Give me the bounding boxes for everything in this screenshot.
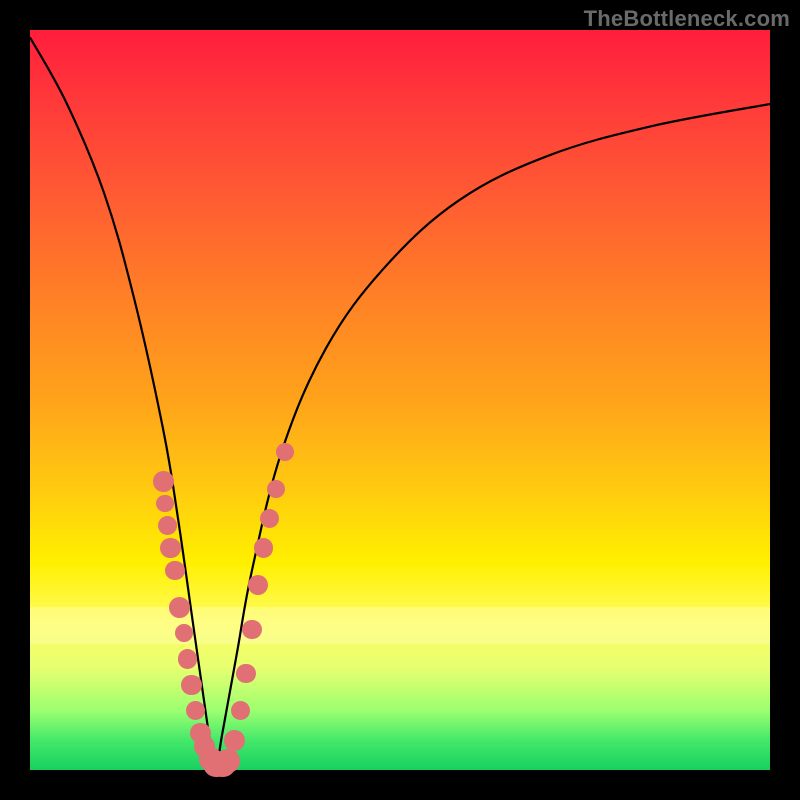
data-point bbox=[216, 749, 240, 773]
data-point bbox=[165, 561, 184, 580]
data-point bbox=[178, 649, 197, 668]
data-point bbox=[224, 730, 245, 751]
data-point bbox=[160, 538, 181, 559]
data-point bbox=[153, 471, 174, 492]
data-point bbox=[276, 443, 294, 461]
curve-svg bbox=[30, 30, 770, 770]
data-point bbox=[231, 701, 250, 720]
data-point bbox=[169, 597, 190, 618]
data-point bbox=[156, 495, 174, 513]
data-point bbox=[267, 480, 285, 498]
bottleneck-curve bbox=[30, 37, 770, 770]
data-point bbox=[181, 675, 202, 696]
data-point bbox=[236, 664, 255, 683]
data-point bbox=[175, 624, 193, 642]
plot-area bbox=[30, 30, 770, 770]
watermark-text: TheBottleneck.com bbox=[584, 6, 790, 32]
chart-canvas: TheBottleneck.com bbox=[0, 0, 800, 800]
data-point bbox=[242, 620, 261, 639]
data-point bbox=[254, 538, 273, 557]
